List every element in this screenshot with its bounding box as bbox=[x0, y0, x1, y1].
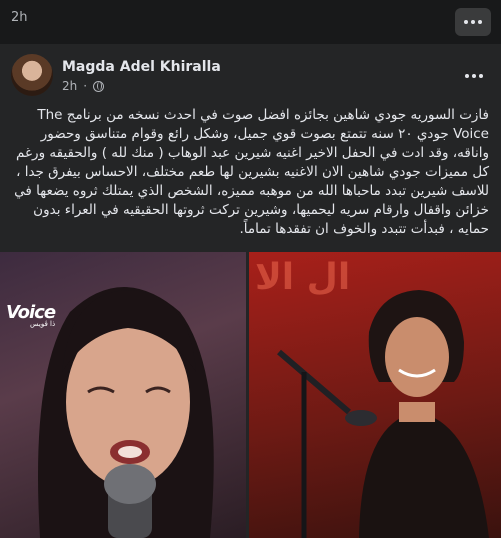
author-name[interactable]: Magda Adel Khiralla bbox=[62, 59, 221, 75]
post-more-button[interactable] bbox=[465, 74, 483, 78]
post-card: Magda Adel Khiralla 2h · فازت السوريه جو… bbox=[0, 44, 501, 538]
photo-left-singer[interactable]: Voice ذا ڤويس bbox=[0, 252, 246, 538]
dot-separator: · bbox=[83, 79, 88, 93]
top-more-button[interactable] bbox=[455, 8, 491, 36]
photo-right-singer[interactable]: ال الا bbox=[249, 252, 501, 538]
author-avatar[interactable] bbox=[11, 54, 53, 96]
more-dots-icon bbox=[464, 20, 482, 24]
the-voice-logo-subtitle: ذا ڤويس bbox=[30, 320, 56, 328]
post-meta: 2h · bbox=[62, 79, 105, 93]
previous-post-footer: 2h bbox=[0, 0, 501, 44]
previous-post-time: 2h bbox=[11, 10, 28, 25]
post-time[interactable]: 2h bbox=[62, 79, 77, 93]
more-dots-icon bbox=[465, 74, 483, 78]
post-body-text: فازت السوريه جودي شاهين بجائزه افضل صوت … bbox=[14, 107, 489, 237]
globe-icon[interactable] bbox=[93, 80, 105, 92]
singer-on-stage-illustration bbox=[277, 290, 489, 538]
post-photos: Voice ذا ڤويس ال الا bbox=[0, 252, 501, 538]
singer-with-microphone-illustration bbox=[38, 287, 214, 538]
